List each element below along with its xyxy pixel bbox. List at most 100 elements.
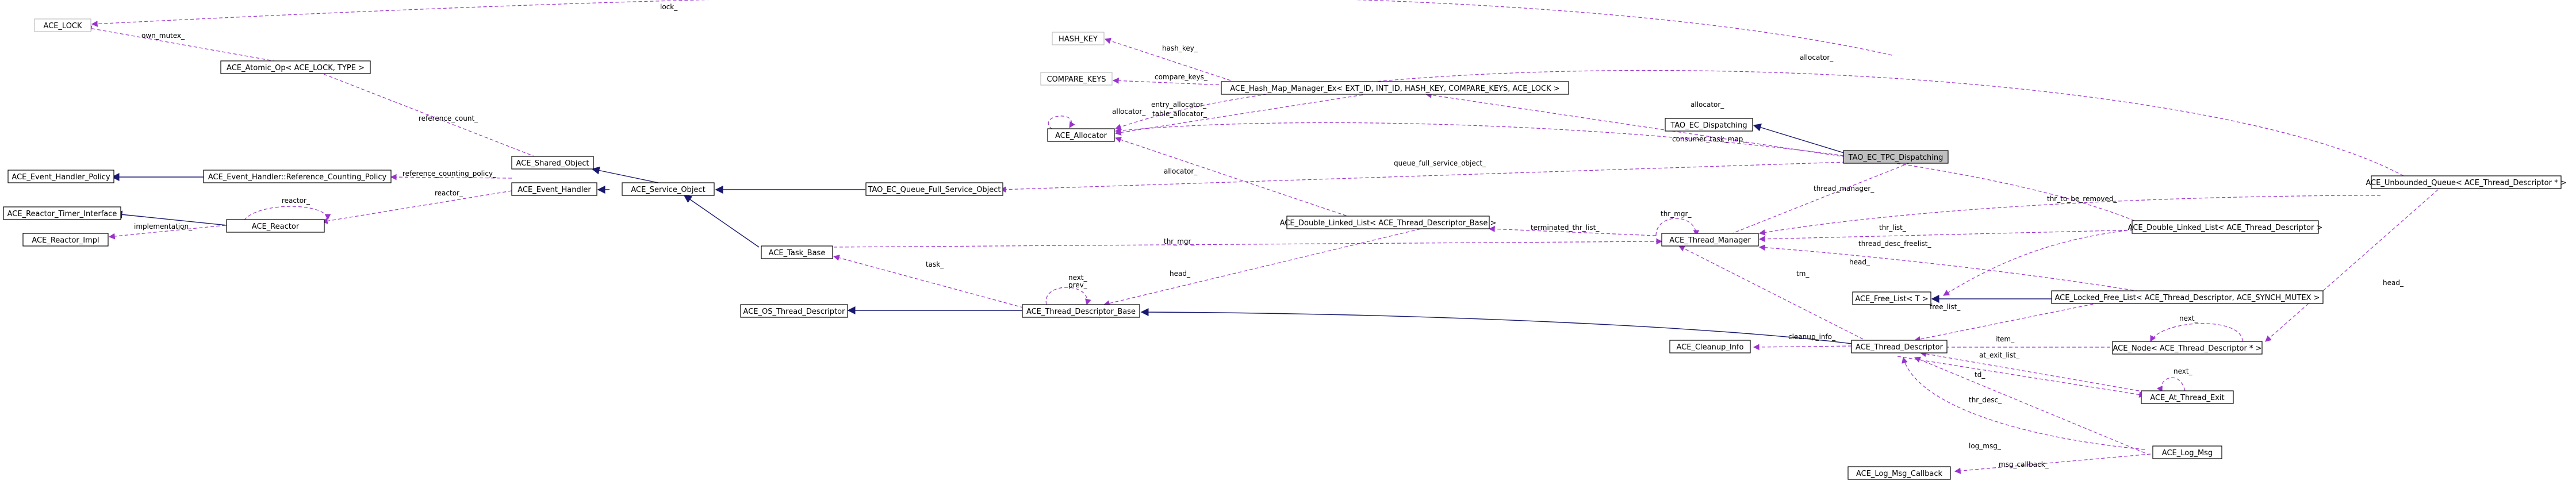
edge-compare-keys [1112,78,1225,86]
node-atomic-op[interactable]: ACE_Atomic_Op< ACE_LOCK, TYPE > [220,60,371,74]
edge-label-head-top: head_ [1849,258,1870,266]
node-at-thread-exit[interactable]: ACE_At_Thread_Exit [2141,390,2234,404]
svg-text:ACE_Event_Handler::Reference_C: ACE_Event_Handler::Reference_Counting_Po… [208,173,387,182]
node-event-handler[interactable]: ACE_Event_Handler [511,182,597,196]
svg-text:ACE_Event_Handler: ACE_Event_Handler [518,186,591,194]
edge-label-allocator-self: allocator_ [1112,107,1146,116]
edge-next-node [2150,323,2243,342]
edge-label-cleanup-info: cleanup_info_ [1788,333,1836,341]
node-thread-descriptor[interactable]: ACE_Thread_Descriptor [1851,340,1948,353]
svg-text:TAO_EC_Queue_Full_Service_Obje: TAO_EC_Queue_Full_Service_Object [868,186,1001,194]
edge-label-msg-callback: msg_callback_ [1999,460,2049,468]
node-cleanup-info[interactable]: ACE_Cleanup_Info [1669,340,1751,353]
node-locked-free-list[interactable]: ACE_Locked_Free_List< ACE_Thread_Descrip… [2051,290,2324,304]
node-compare-keys[interactable]: COMPARE_KEYS [1040,72,1113,86]
node-reactor-timer-interface[interactable]: ACE_Reactor_Timer_Interface [3,206,121,220]
node-allocator[interactable]: ACE_Allocator [1047,128,1115,142]
edge-lock [91,0,1892,56]
edge-label-tm: tm_ [1796,270,1810,278]
node-task-base[interactable]: ACE_Task_Base [761,245,833,259]
svg-text:ACE_Double_Linked_List< ACE_Th: ACE_Double_Linked_List< ACE_Thread_Descr… [1280,219,1497,228]
edge-label-task: task_ [926,260,944,268]
node-service-object[interactable]: ACE_Service_Object [622,182,715,196]
edge-label-queue-full-service-object: queue_full_service_object_ [1394,159,1486,167]
edge-tm [1678,245,1864,340]
edge-label-allocator-mid: allocator_ [1690,101,1724,109]
edge-allocator-dll [1114,136,1363,222]
node-reactor[interactable]: ACE_Reactor [226,219,325,233]
svg-text:ACE_At_Thread_Exit: ACE_At_Thread_Exit [2150,394,2224,402]
edge-label-td: td_ [1975,371,1985,379]
edge-head-top [1943,227,2151,296]
node-free-list[interactable]: ACE_Free_List< T > [1852,291,1931,305]
node-os-thread-descriptor[interactable]: ACE_OS_Thread_Descriptor [740,304,848,318]
node-shared-object[interactable]: ACE_Shared_Object [511,156,594,170]
node-hash-map-manager[interactable]: ACE_Hash_Map_Manager_Ex< EXT_ID, INT_ID,… [1221,81,1569,95]
edge-head-dll [1103,227,1427,306]
edge-label-next-exit: next_ [2174,367,2193,375]
edge-label-next: next_ prev_ [1068,274,1088,289]
svg-text:ACE_Allocator: ACE_Allocator [1055,132,1107,140]
edge-td [1897,356,2146,398]
edge-msg-callback [1954,453,2151,474]
node-thread-descriptor-base[interactable]: ACE_Thread_Descriptor_Base [1022,304,1140,318]
svg-text:ACE_Log_Msg_Callback: ACE_Log_Msg_Callback [1856,470,1943,478]
svg-text:ACE_Thread_Descriptor: ACE_Thread_Descriptor [1856,343,1943,352]
edge-label-terminated-thr-list: terminated_thr_list_ [1531,224,1600,232]
node-dll-descriptor[interactable]: ACE_Double_Linked_List< ACE_Thread_Descr… [2128,220,2323,234]
edge-label-entry-allocator: entry_allocator_ [1151,101,1207,109]
svg-text:ACE_Shared_Object: ACE_Shared_Object [516,159,589,168]
edge-labels: lock_ own_mutex_ hash_key_ compare_keys_… [134,3,2404,468]
edge-label-reference-count: reference_count_ [419,114,478,122]
svg-text:TAO_EC_Dispatching: TAO_EC_Dispatching [1670,121,1747,130]
node-ref-counting-policy[interactable]: ACE_Event_Handler::Reference_Counting_Po… [203,170,392,183]
node-log-msg[interactable]: ACE_Log_Msg [2152,445,2222,459]
edge-label-at-exit-list: at_exit_list_ [1979,351,2020,359]
edge-at-exit-list [1919,351,2140,391]
edge-label-thr-mgr-task: thr_mgr_ [1164,237,1195,245]
node-hash-key[interactable]: HASH_KEY [1052,32,1105,45]
svg-text:ACE_OS_Thread_Descriptor: ACE_OS_Thread_Descriptor [743,308,846,316]
node-log-msg-callback[interactable]: ACE_Log_Msg_Callback [1847,466,1951,480]
svg-text:COMPARE_KEYS: COMPARE_KEYS [1046,75,1106,84]
svg-text:ACE_Double_Linked_List< ACE_Th: ACE_Double_Linked_List< ACE_Thread_Descr… [2128,224,2323,232]
svg-text:HASH_KEY: HASH_KEY [1059,35,1098,44]
edge-label-free-list: free_list_ [1930,303,1961,311]
edge-label-hash-key: hash_key_ [1162,44,1198,52]
edge-label-reactor-top: reactor_ [435,189,463,197]
edge-label-lock: lock_ [660,3,678,11]
node-node-descriptor[interactable]: ACE_Node< ACE_Thread_Descriptor * > [2112,341,2263,355]
edge-thread-descriptor-inherits [1140,308,1852,344]
node-thread-manager[interactable]: ACE_Thread_Manager [1661,233,1759,247]
edge-cleanup-info [1753,344,1852,351]
svg-text:ACE_Reactor_Impl: ACE_Reactor_Impl [32,236,99,245]
node-dll-descriptor-base[interactable]: ACE_Double_Linked_List< ACE_Thread_Descr… [1280,216,1497,229]
edge-label-thr-to-be-removed: thr_to_be_removed_ [2047,195,2117,203]
svg-text:ACE_LOCK: ACE_LOCK [43,22,82,30]
svg-text:ACE_Task_Base: ACE_Task_Base [769,249,826,257]
node-event-handler-policy[interactable]: ACE_Event_Handler_Policy [7,170,114,183]
edge-label-reactor-mid: reactor_ [282,197,310,205]
edge-label-head-queue: head_ [2383,279,2404,287]
node-tao-ec-dispatching[interactable]: TAO_EC_Dispatching [1665,118,1753,132]
svg-text:ACE_Node< ACE_Thread_Descripto: ACE_Node< ACE_Thread_Descriptor * > [2113,344,2261,353]
edge-label-thread-manager: thread_manager_ [1814,184,1874,193]
node-unbounded-queue[interactable]: ACE_Unbounded_Queue< ACE_Thread_Descript… [2366,175,2567,189]
node-ace-lock[interactable]: ACE_LOCK [34,18,91,32]
edge-next-prev [1045,287,1091,306]
edge-allocator-self [1048,116,1075,130]
edge-label-compare-keys: compare_keys_ [1155,73,1208,81]
svg-text:ACE_Thread_Descriptor_Base: ACE_Thread_Descriptor_Base [1026,308,1136,316]
edge-thread-desc-freelist [1758,244,2151,294]
edge-label-reference-counting-policy: reference_counting_policy_ [402,170,497,178]
svg-text:ACE_Service_Object: ACE_Service_Object [631,186,705,194]
svg-text:ACE_Unbounded_Queue< ACE_Threa: ACE_Unbounded_Queue< ACE_Thread_Descript… [2366,179,2566,187]
svg-text:ACE_Free_List< T >: ACE_Free_List< T > [1855,295,1928,303]
node-reactor-impl[interactable]: ACE_Reactor_Impl [22,233,109,247]
svg-text:ACE_Cleanup_Info: ACE_Cleanup_Info [1677,343,1744,352]
edge-own-mutex [85,25,294,65]
svg-text:TAO_EC_TPC_Dispatching: TAO_EC_TPC_Dispatching [1848,153,1943,162]
node-queue-full-service-object[interactable]: TAO_EC_Queue_Full_Service_Object [865,182,1003,196]
svg-text:ACE_Event_Handler_Policy: ACE_Event_Handler_Policy [12,173,110,182]
node-tao-ec-tpc-dispatching[interactable]: TAO_EC_TPC_Dispatching [1843,150,1949,164]
